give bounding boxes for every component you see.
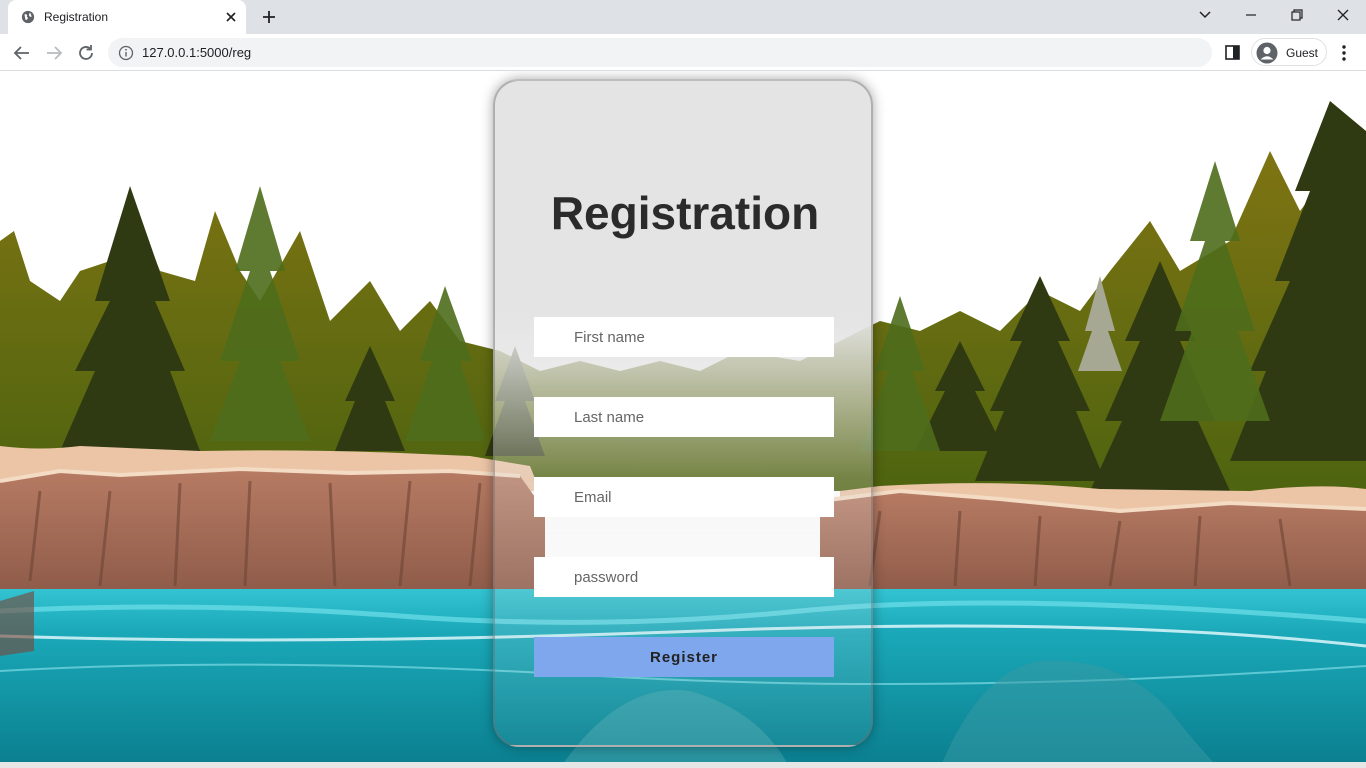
site-info-icon[interactable] [118, 45, 134, 61]
side-panel-icon[interactable] [1222, 43, 1244, 63]
bottom-edge [0, 762, 1366, 768]
registration-card: Registration Register [493, 79, 873, 747]
more-menu-icon[interactable] [1333, 42, 1355, 64]
tab-registration[interactable]: Registration [8, 0, 246, 34]
close-window-icon[interactable] [1329, 4, 1357, 26]
restore-icon[interactable] [1283, 4, 1311, 26]
profile-name: Guest [1286, 46, 1319, 60]
page-title: Registration [550, 187, 820, 239]
new-tab-icon[interactable] [258, 6, 280, 28]
url-text: 127.0.0.1:5000/reg [142, 45, 252, 60]
register-button[interactable]: Register [534, 637, 834, 677]
close-tab-icon[interactable] [222, 8, 240, 26]
tab-search-chevron-icon[interactable] [1191, 4, 1219, 26]
password-input[interactable] [534, 557, 834, 597]
address-bar[interactable]: 127.0.0.1:5000/reg [108, 38, 1212, 67]
minimize-icon[interactable] [1237, 4, 1265, 26]
email-input[interactable] [534, 477, 834, 517]
last-name-input[interactable] [534, 397, 834, 437]
back-arrow-icon[interactable] [10, 41, 34, 65]
avatar-icon [1256, 42, 1278, 64]
browser-toolbar: 127.0.0.1:5000/reg Guest [0, 34, 1366, 71]
first-name-input[interactable] [534, 317, 834, 357]
reload-icon[interactable] [74, 41, 98, 65]
tab-title: Registration [44, 10, 109, 24]
page-viewport: Registration Register [0, 71, 1366, 768]
forward-arrow-icon[interactable] [42, 41, 66, 65]
tab-strip: Registration [0, 0, 1366, 34]
profile-button[interactable]: Guest [1251, 38, 1327, 66]
globe-icon [21, 10, 35, 24]
